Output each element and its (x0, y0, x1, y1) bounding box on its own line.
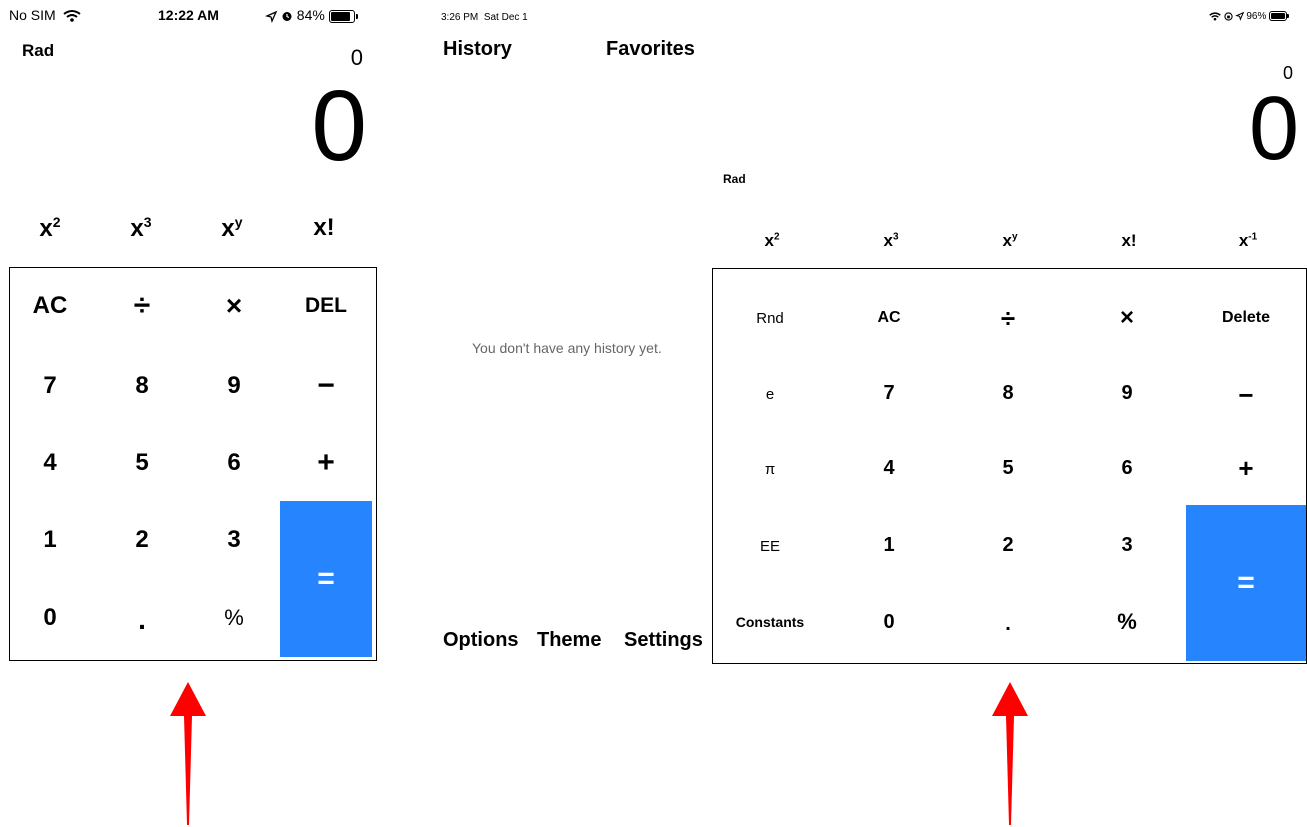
battery-icon (328, 9, 358, 23)
digit-5-button[interactable]: 5 (953, 448, 1063, 488)
previous-result: 0 (350, 45, 363, 70)
annotation-arrow-left (170, 682, 206, 825)
tab-settings[interactable]: Settings (624, 629, 703, 652)
battery-percent: 84% (296, 7, 325, 23)
digit-8-button[interactable]: 8 (102, 366, 182, 406)
battery-icon (1269, 11, 1290, 22)
factorial-button[interactable]: x! (294, 214, 354, 242)
status-carrier: No SIM (9, 7, 81, 23)
ee-button[interactable]: EE (715, 526, 825, 566)
wifi-icon (62, 10, 81, 23)
plus-button[interactable]: + (286, 443, 366, 483)
angle-mode-label[interactable]: Rad (723, 172, 746, 186)
pi-button[interactable]: π (715, 449, 825, 489)
delete-button[interactable]: Delete (1191, 298, 1301, 338)
rotation-lock-icon (1224, 12, 1233, 21)
wifi-icon (1209, 12, 1221, 21)
factorial-button[interactable]: x! (1099, 231, 1159, 251)
x-squared-button[interactable]: x2 (742, 231, 802, 251)
digit-6-button[interactable]: 6 (1072, 448, 1182, 488)
location-arrow-icon (265, 10, 278, 23)
digit-3-button[interactable]: 3 (1072, 525, 1182, 565)
digit-4-button[interactable]: 4 (834, 448, 944, 488)
main-display: 0 (311, 70, 367, 182)
empty-history-message: You don't have any history yet. (472, 340, 662, 356)
x-power-y-button[interactable]: xy (202, 214, 262, 243)
divide-button[interactable]: ÷ (953, 298, 1063, 338)
x-power-y-button[interactable]: xy (980, 231, 1040, 251)
status-right: 96% (1209, 11, 1290, 22)
constants-button[interactable]: Constants (715, 602, 825, 642)
status-date: Sat Dec 1 (483, 12, 528, 23)
minus-button[interactable]: − (1191, 375, 1301, 415)
digit-2-button[interactable]: 2 (102, 520, 182, 560)
tab-favorites[interactable]: Favorites (606, 38, 695, 61)
location-arrow-icon (1234, 12, 1244, 22)
digit-9-button[interactable]: 9 (194, 366, 274, 406)
ac-button[interactable]: AC (10, 286, 90, 326)
digit-2-button[interactable]: 2 (953, 525, 1063, 565)
status-time: 3:26 PM (441, 12, 479, 23)
percent-button[interactable]: % (194, 598, 274, 638)
euler-e-button[interactable]: e (715, 374, 825, 414)
keypad-left: AC ÷ × DEL 7 8 9 − 4 5 6 + 1 2 3 0 . % = (9, 267, 377, 661)
multiply-button[interactable]: × (194, 286, 274, 326)
status-time: 12:22 AM (158, 7, 219, 23)
digit-6-button[interactable]: 6 (194, 443, 274, 483)
x-cubed-button[interactable]: x3 (111, 214, 171, 243)
x-squared-button[interactable]: x2 (20, 214, 80, 243)
digit-8-button[interactable]: 8 (953, 373, 1063, 413)
digit-5-button[interactable]: 5 (102, 443, 182, 483)
equals-button[interactable]: = (280, 501, 372, 657)
digit-7-button[interactable]: 7 (10, 366, 90, 406)
carrier-label: No SIM (9, 7, 56, 23)
decimal-button[interactable]: . (102, 600, 182, 640)
ac-button[interactable]: AC (834, 298, 944, 338)
x-cubed-button[interactable]: x3 (861, 231, 921, 251)
main-display: 0 (1248, 79, 1299, 179)
status-right: 84% (265, 7, 358, 23)
digit-0-button[interactable]: 0 (10, 598, 90, 638)
digit-9-button[interactable]: 9 (1072, 373, 1182, 413)
alarm-clock-icon (282, 12, 292, 22)
digit-3-button[interactable]: 3 (194, 520, 274, 560)
tab-options[interactable]: Options (443, 629, 519, 652)
battery-percent: 96% (1246, 11, 1267, 22)
digit-1-button[interactable]: 1 (10, 520, 90, 560)
divide-button[interactable]: ÷ (102, 286, 182, 326)
keypad-right: Rnd AC ÷ × Delete e 7 8 9 − π 4 5 6 + EE… (712, 268, 1307, 664)
minus-button[interactable]: − (286, 366, 366, 406)
equals-button[interactable]: = (1186, 505, 1306, 661)
reciprocal-button[interactable]: x-1 (1218, 231, 1278, 251)
digit-4-button[interactable]: 4 (10, 443, 90, 483)
digit-0-button[interactable]: 0 (834, 602, 944, 642)
tab-theme[interactable]: Theme (537, 629, 601, 652)
delete-button[interactable]: DEL (286, 286, 366, 326)
decimal-button[interactable]: . (953, 604, 1063, 644)
angle-mode-label[interactable]: Rad (22, 41, 54, 61)
plus-button[interactable]: + (1191, 448, 1301, 488)
multiply-button[interactable]: × (1072, 298, 1182, 338)
digit-7-button[interactable]: 7 (834, 373, 944, 413)
percent-button[interactable]: % (1072, 602, 1182, 642)
digit-1-button[interactable]: 1 (834, 525, 944, 565)
status-time-date: 3:26 PM Sat Dec 1 (441, 12, 528, 23)
random-button[interactable]: Rnd (715, 298, 825, 338)
tab-history[interactable]: History (443, 38, 512, 61)
annotation-arrow-right (992, 682, 1028, 825)
